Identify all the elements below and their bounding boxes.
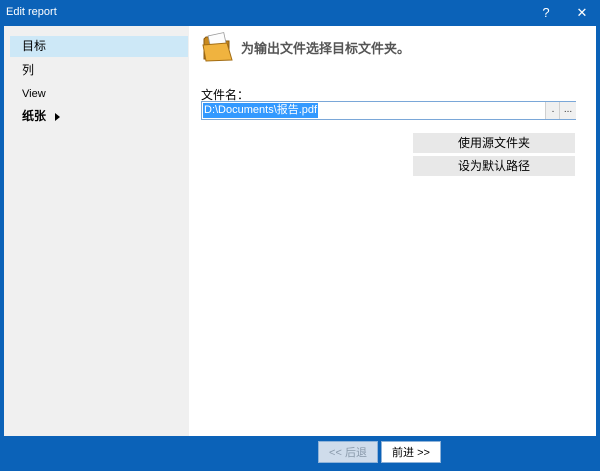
filename-field[interactable]: D:\Documents\报告.pdf . ... <box>201 101 576 120</box>
next-button[interactable]: 前进 >> <box>381 441 441 463</box>
chevron-right-icon <box>55 112 61 121</box>
sidebar-item-label: 纸张 <box>22 109 47 123</box>
help-button[interactable]: ? <box>528 0 564 26</box>
sidebar-item-columns[interactable]: 列 <box>10 60 188 81</box>
footer-bar: << 后退 前进 >> <box>0 436 600 471</box>
set-default-path-button[interactable]: 设为默认路径 <box>413 156 575 176</box>
sidebar-item-target[interactable]: 目标 <box>10 36 188 57</box>
filename-value: D:\Documents\报告.pdf <box>203 103 319 118</box>
sidebar: 目标 列 View 纸张 <box>4 26 189 436</box>
sidebar-item-view[interactable]: View <box>10 84 188 105</box>
close-button[interactable]: ✕ <box>564 0 600 26</box>
folder-icon <box>202 32 233 62</box>
page-heading: 为输出文件选择目标文件夹。 <box>241 42 411 57</box>
browse-button[interactable]: ... <box>559 102 576 119</box>
window-title: Edit report <box>6 6 57 18</box>
field-dot-button[interactable]: . <box>545 102 560 119</box>
sidebar-item-label: 列 <box>22 63 35 77</box>
sidebar-item-paper[interactable]: 纸张 <box>10 106 188 127</box>
back-button[interactable]: << 后退 <box>318 441 378 463</box>
sidebar-item-label: View <box>22 88 46 100</box>
main-panel: 为输出文件选择目标文件夹。 文件名： D:\Documents\报告.pdf .… <box>189 26 596 436</box>
use-source-folder-button[interactable]: 使用源文件夹 <box>413 133 575 153</box>
title-bar: Edit report ? ✕ <box>0 0 600 26</box>
sidebar-item-label: 目标 <box>22 39 47 53</box>
